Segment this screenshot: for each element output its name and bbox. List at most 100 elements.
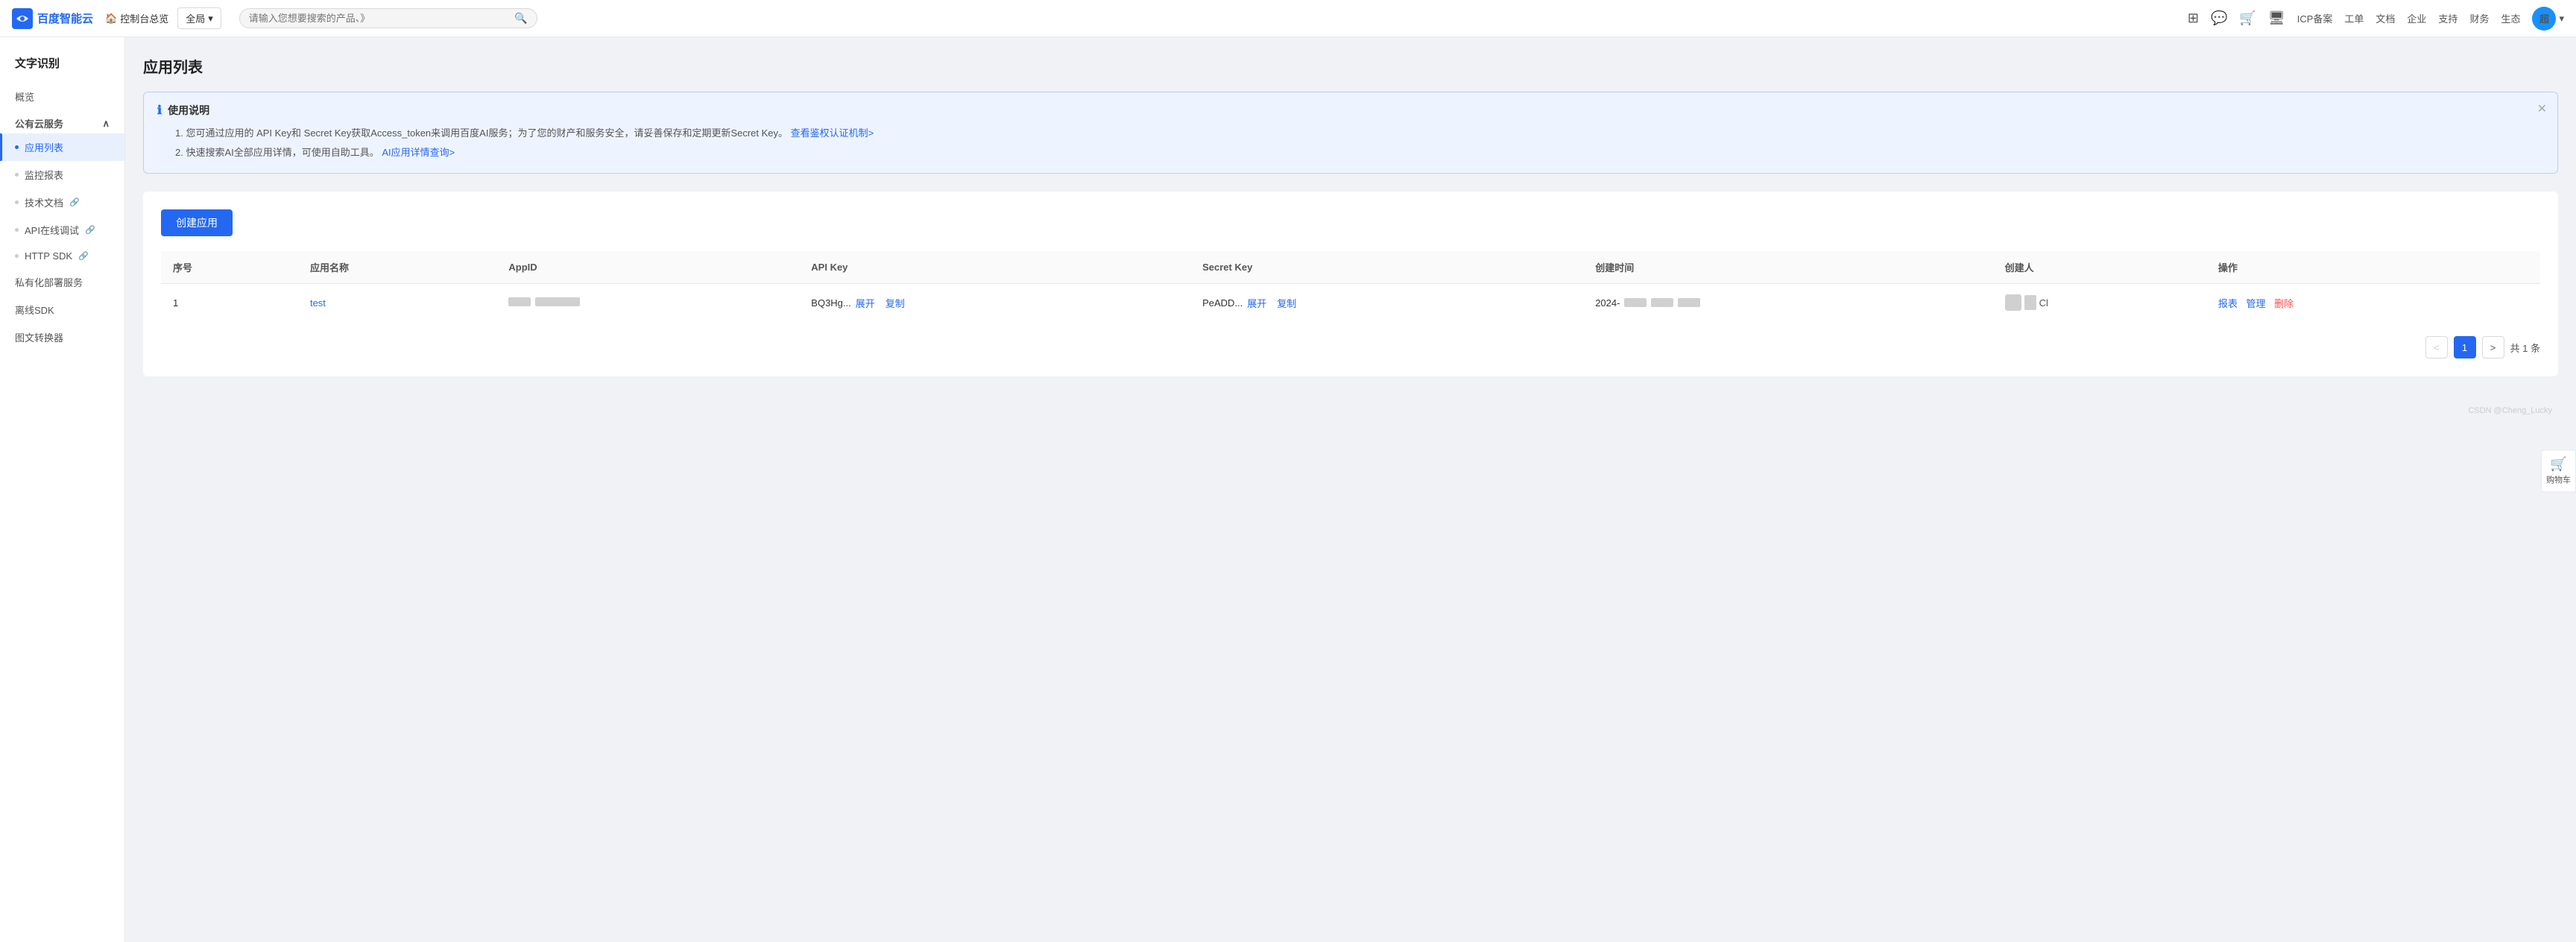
scope-selector[interactable]: 全局 ▾ bbox=[177, 7, 221, 29]
table-header-row: 序号 应用名称 AppID API Key Secret Key 创建时间 创建… bbox=[161, 251, 2540, 284]
sidebar-item-offline-sdk[interactable]: 离线SDK bbox=[0, 296, 124, 323]
info-line-1: 1. 您可通过应用的 API Key和 Secret Key获取Access_t… bbox=[175, 124, 2544, 143]
apikey-copy-link[interactable]: 复制 bbox=[886, 296, 905, 310]
close-icon[interactable]: ✕ bbox=[2537, 101, 2547, 116]
creator-doc-icon bbox=[2024, 295, 2036, 310]
info-box-header: ℹ 使用说明 bbox=[157, 103, 2544, 118]
sidebar: 文字识别 概览 公有云服务 ∧ 应用列表 监控报表 技术文档 🔗 API在线调试… bbox=[0, 37, 125, 942]
app-query-link[interactable]: AI应用详情查询> bbox=[382, 147, 455, 158]
cell-secretkey: PeADD... 展开 复制 bbox=[1190, 284, 1583, 322]
page-title: 应用列表 bbox=[143, 55, 2558, 77]
logo-icon bbox=[12, 8, 33, 29]
appid-mask-1 bbox=[508, 297, 531, 306]
created-value: 2024- bbox=[1595, 297, 1700, 309]
secretkey-expand-link[interactable]: 展开 bbox=[1247, 296, 1266, 310]
main-layout: 文字识别 概览 公有云服务 ∧ 应用列表 监控报表 技术文档 🔗 API在线调试… bbox=[0, 37, 2576, 942]
prev-page-button[interactable]: < bbox=[2425, 336, 2448, 358]
chevron-up-icon: ∧ bbox=[102, 118, 110, 130]
cell-apikey: BQ3Hg... 展开 复制 bbox=[799, 284, 1190, 322]
date-mask-2 bbox=[1651, 298, 1673, 307]
info-icon: ℹ bbox=[157, 103, 162, 118]
search-input[interactable] bbox=[249, 13, 515, 24]
appid-value bbox=[508, 297, 580, 306]
col-apikey: API Key bbox=[799, 251, 1190, 284]
info-box: ℹ 使用说明 1. 您可通过应用的 API Key和 Secret Key获取A… bbox=[143, 92, 2558, 174]
sidebar-item-api-debug[interactable]: API在线调试 🔗 bbox=[0, 216, 124, 244]
logo[interactable]: 百度智能云 bbox=[12, 8, 93, 29]
creator-info: Cl bbox=[2005, 294, 2194, 311]
apikey-expand-link[interactable]: 展开 bbox=[856, 296, 875, 310]
table: 序号 应用名称 AppID API Key Secret Key 创建时间 创建… bbox=[161, 251, 2540, 321]
appid-mask-2 bbox=[535, 297, 580, 306]
secretkey-copy-link[interactable]: 复制 bbox=[1277, 296, 1296, 310]
docs-link[interactable]: 文档 bbox=[2375, 11, 2395, 25]
external-link-icon: 🔗 bbox=[85, 225, 95, 235]
app-table: 序号 应用名称 AppID API Key Secret Key 创建时间 创建… bbox=[161, 251, 2540, 358]
sidebar-item-http-sdk[interactable]: HTTP SDK 🔗 bbox=[0, 244, 124, 268]
sidebar-section-public-cloud[interactable]: 公有云服务 ∧ bbox=[0, 110, 124, 133]
create-app-button[interactable]: 创建应用 bbox=[161, 209, 233, 236]
external-link-icon: 🔗 bbox=[78, 251, 89, 261]
col-secretkey: Secret Key bbox=[1190, 251, 1583, 284]
user-chevron-icon: ▾ bbox=[2559, 13, 2564, 25]
app-name-link[interactable]: test bbox=[310, 297, 326, 309]
main-content: 应用列表 ℹ 使用说明 1. 您可通过应用的 API Key和 Secret K… bbox=[125, 37, 2576, 942]
shopping-cart-icon: 🛒 bbox=[2550, 457, 2566, 472]
avatar[interactable]: 超 bbox=[2532, 7, 2556, 31]
dot-icon bbox=[15, 254, 19, 258]
sidebar-item-tech-docs[interactable]: 技术文档 🔗 bbox=[0, 189, 124, 216]
search-bar[interactable]: 🔍 bbox=[239, 8, 537, 28]
chevron-down-icon: ▾ bbox=[208, 13, 213, 25]
cell-name: test bbox=[298, 284, 496, 322]
float-cart-item[interactable]: 🛒 购物车 bbox=[2546, 457, 2571, 486]
finance-link[interactable]: 财务 bbox=[2469, 11, 2489, 25]
apikey-value: BQ3Hg... 展开 复制 bbox=[811, 296, 911, 310]
col-creator: 创建人 bbox=[1993, 251, 2206, 284]
control-overview[interactable]: 🏠 控制台总览 bbox=[105, 11, 168, 25]
date-mask-1 bbox=[1624, 298, 1647, 307]
auth-link[interactable]: 查看鉴权认证机制> bbox=[791, 127, 874, 139]
sidebar-item-overview[interactable]: 概览 bbox=[0, 83, 124, 110]
creator-avatar bbox=[2005, 294, 2021, 311]
monitor-icon[interactable]: 🖥 bbox=[2268, 10, 2285, 26]
grid-icon[interactable]: ⊞ bbox=[2188, 10, 2199, 26]
active-dot bbox=[15, 145, 19, 149]
footer-note: CSDN @Cheng_Lucky bbox=[143, 406, 2558, 415]
col-created: 创建时间 bbox=[1583, 251, 1992, 284]
cell-creator: Cl bbox=[1993, 284, 2206, 322]
float-right-panel: 🛒 购物车 bbox=[2541, 450, 2576, 493]
action-manage-link[interactable]: 管理 bbox=[2247, 298, 2266, 309]
table-row: 1 test bbox=[161, 284, 2540, 322]
support-link[interactable]: 支持 bbox=[2438, 11, 2457, 25]
next-page-button[interactable]: > bbox=[2482, 336, 2504, 358]
col-index: 序号 bbox=[161, 251, 298, 284]
top-nav: 百度智能云 🏠 控制台总览 全局 ▾ 🔍 ⊞ 💬 🛒 🖥 ICP备案 工单 文档… bbox=[0, 0, 2576, 37]
home-icon: 🏠 bbox=[105, 13, 117, 25]
dot-icon bbox=[15, 173, 19, 177]
sidebar-item-monitor[interactable]: 监控报表 bbox=[0, 161, 124, 189]
enterprise-link[interactable]: 企业 bbox=[2407, 11, 2426, 25]
eco-link[interactable]: 生态 bbox=[2501, 11, 2520, 25]
action-delete-link[interactable]: 删除 bbox=[2274, 298, 2294, 309]
icp-link[interactable]: ICP备案 bbox=[2297, 11, 2333, 25]
sidebar-item-app-list[interactable]: 应用列表 bbox=[0, 133, 124, 161]
info-box-body: 1. 您可通过应用的 API Key和 Secret Key获取Access_t… bbox=[157, 124, 2544, 162]
ticket-link[interactable]: 工单 bbox=[2344, 11, 2364, 25]
cart-icon[interactable]: 🛒 bbox=[2239, 10, 2255, 26]
message-icon[interactable]: 💬 bbox=[2211, 10, 2227, 26]
content-card: 创建应用 序号 应用名称 AppID API Key Secret Key 创建… bbox=[143, 192, 2558, 376]
sidebar-item-private-deploy[interactable]: 私有化部署服务 bbox=[0, 268, 124, 296]
action-report-link[interactable]: 报表 bbox=[2218, 298, 2238, 309]
sidebar-item-image-converter[interactable]: 图文转换器 bbox=[0, 323, 124, 351]
info-line-2: 2. 快速搜索AI全部应用详情，可使用自助工具。 AI应用详情查询> bbox=[175, 143, 2544, 162]
col-action: 操作 bbox=[2206, 251, 2540, 284]
page-total: 共 1 条 bbox=[2510, 341, 2540, 355]
nav-icons: ⊞ 💬 🛒 🖥 ICP备案 工单 文档 企业 支持 财务 生态 超 ▾ bbox=[2188, 7, 2564, 31]
page-1-button[interactable]: 1 bbox=[2454, 336, 2476, 358]
external-link-icon: 🔗 bbox=[69, 197, 80, 207]
search-icon: 🔍 bbox=[514, 12, 527, 25]
dot-icon bbox=[15, 200, 19, 204]
user-menu[interactable]: 超 ▾ bbox=[2532, 7, 2564, 31]
sidebar-title: 文字识别 bbox=[0, 49, 124, 83]
secretkey-value: PeADD... 展开 复制 bbox=[1202, 296, 1302, 310]
